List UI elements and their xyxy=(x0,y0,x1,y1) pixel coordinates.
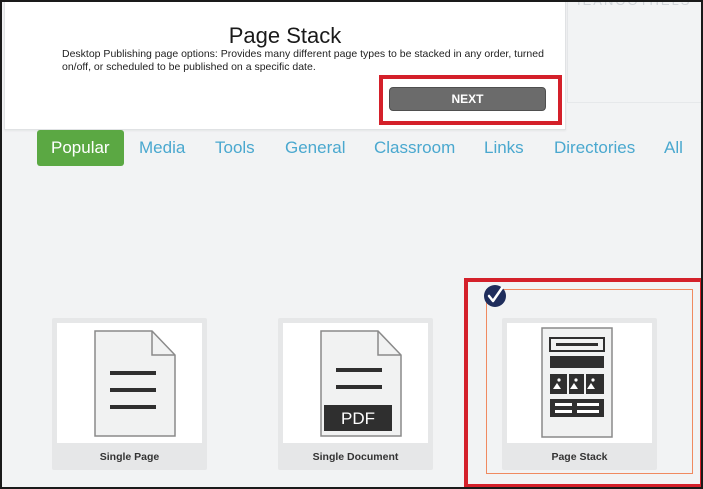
tab-directories[interactable]: Directories xyxy=(554,130,635,166)
card-label: Single Page xyxy=(99,451,160,463)
tab-tools[interactable]: Tools xyxy=(215,130,255,166)
tab-popular[interactable]: Popular xyxy=(37,130,124,166)
tab-all[interactable]: All xyxy=(664,130,683,166)
single-page-icon xyxy=(94,330,176,437)
tooltip-description: Desktop Publishing page options: Provide… xyxy=(62,48,544,73)
background-divider-horizontal xyxy=(567,102,701,103)
page-type-card-single-document[interactable]: PDF Single Document xyxy=(278,318,433,470)
selected-card-highlight xyxy=(464,278,701,487)
tab-links[interactable]: Links xyxy=(484,130,524,166)
tab-media[interactable]: Media xyxy=(139,130,185,166)
next-button-highlight xyxy=(379,75,562,125)
background-divider xyxy=(567,2,568,102)
card-preview: PDF xyxy=(283,323,428,443)
background-text: IEANOOTHELS xyxy=(577,0,692,8)
pdf-document-icon: PDF xyxy=(320,330,402,437)
pdf-badge-text: PDF xyxy=(341,409,375,428)
tooltip-title: Page Stack xyxy=(228,23,342,48)
tab-classroom[interactable]: Classroom xyxy=(374,130,455,166)
card-label: Single Document xyxy=(312,451,399,463)
app-frame: IEANOOTHELS Page Stack Desktop Publishin… xyxy=(0,0,703,489)
page-type-card-single-page[interactable]: Single Page xyxy=(52,318,207,470)
category-tabs: Popular Media Tools General Classroom Li… xyxy=(2,130,701,166)
tab-general[interactable]: General xyxy=(285,130,345,166)
card-preview xyxy=(57,323,202,443)
